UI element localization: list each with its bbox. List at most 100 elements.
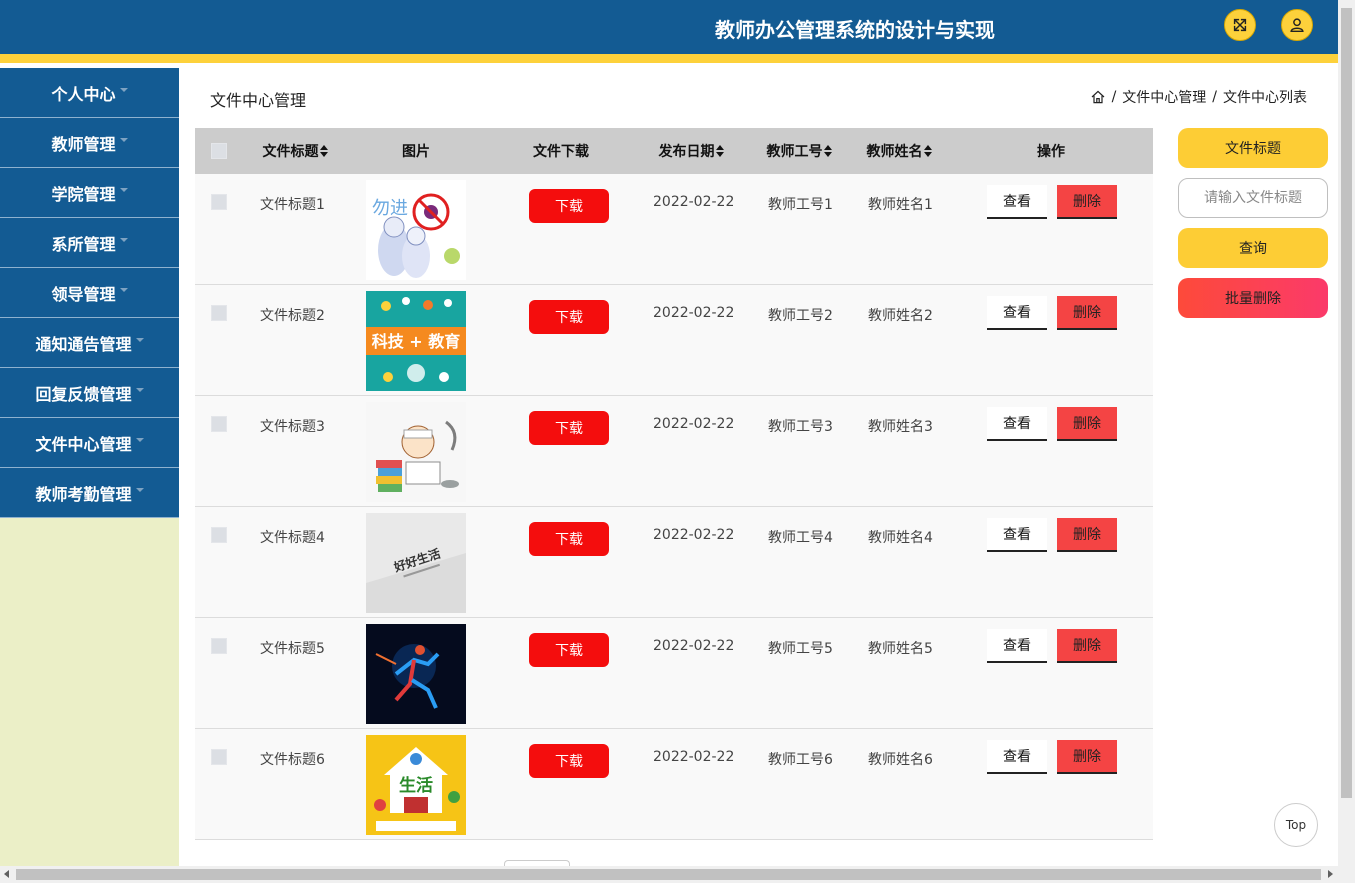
search-input[interactable] (1178, 178, 1328, 218)
sidebar-item-feedback[interactable]: 回复反馈管理 (0, 368, 179, 418)
column-header-title[interactable]: 文件标题 (255, 128, 335, 174)
teacher-name: 教师姓名6 (868, 752, 933, 768)
breadcrumb-item[interactable]: 文件中心管理 (1122, 87, 1206, 107)
download-button[interactable]: 下载 (529, 522, 609, 556)
view-button[interactable]: 查看 (987, 629, 1047, 663)
caret-down-icon (119, 187, 128, 192)
file-title: 文件标题2 (260, 308, 325, 324)
thumbnail-image[interactable]: 科技 + 教育 (366, 291, 466, 391)
sidebar-item-label: 学院管理 (51, 184, 116, 204)
delete-button[interactable]: 删除 (1057, 407, 1117, 441)
thumb-text: 科技 + 教育 (372, 332, 461, 351)
view-button[interactable]: 查看 (987, 296, 1047, 330)
sidebar-item-files[interactable]: 文件中心管理 (0, 418, 179, 468)
delete-button[interactable]: 删除 (1057, 740, 1117, 774)
sidebar-item-profile[interactable]: 个人中心 (0, 68, 179, 118)
column-header-label: 文件标题 (262, 144, 319, 160)
sidebar-item-label: 通知通告管理 (35, 334, 132, 354)
checkbox[interactable] (211, 638, 227, 654)
batch-delete-button[interactable]: 批量删除 (1178, 278, 1328, 318)
teacher-name: 教师姓名4 (868, 530, 933, 546)
row-checkbox[interactable] (211, 527, 227, 543)
file-title: 文件标题4 (260, 530, 325, 546)
download-button[interactable]: 下载 (529, 300, 609, 334)
file-title: 文件标题3 (260, 419, 325, 435)
publish-date: 2022-02-22 (653, 638, 735, 654)
publish-date: 2022-02-22 (653, 749, 735, 765)
scrollbar-thumb[interactable] (16, 869, 1321, 880)
sidebar-item-label: 系所管理 (51, 234, 116, 254)
thumbnail-image[interactable]: 好好生活 (366, 513, 466, 613)
thumbnail-image[interactable] (366, 402, 466, 502)
column-header-date[interactable]: 发布日期 (649, 128, 733, 174)
delete-button[interactable]: 删除 (1057, 185, 1117, 219)
publish-date: 2022-02-22 (653, 305, 735, 321)
column-header-teacher-name[interactable]: 教师姓名 (861, 128, 937, 174)
sort-icon[interactable] (319, 145, 328, 157)
view-button[interactable]: 查看 (987, 407, 1047, 441)
teacher-id: 教师工号1 (768, 197, 833, 213)
publish-date: 2022-02-22 (653, 416, 735, 432)
sidebar-item-attendance[interactable]: 教师考勤管理 (0, 468, 179, 518)
caret-down-icon (135, 437, 144, 442)
sidebar-item-notices[interactable]: 通知通告管理 (0, 318, 179, 368)
checkbox[interactable] (211, 305, 227, 321)
thumbnail-image[interactable]: 勿进 (366, 180, 466, 280)
download-button[interactable]: 下载 (529, 744, 609, 778)
view-button[interactable]: 查看 (987, 185, 1047, 219)
home-icon[interactable] (1090, 89, 1106, 105)
sort-icon[interactable] (715, 145, 724, 157)
user-icon (1290, 18, 1304, 33)
scroll-right-icon[interactable] (1328, 870, 1333, 878)
teacher-name: 教师姓名3 (868, 419, 933, 435)
query-button[interactable]: 查询 (1178, 228, 1328, 268)
teacher-id: 教师工号5 (768, 641, 833, 657)
caret-down-icon (119, 287, 128, 292)
select-all-checkbox[interactable] (211, 128, 227, 174)
row-checkbox[interactable] (211, 638, 227, 654)
column-header-teacher-id[interactable]: 教师工号 (761, 128, 837, 174)
view-button[interactable]: 查看 (987, 518, 1047, 552)
checkbox[interactable] (211, 749, 227, 765)
scrollbar-thumb[interactable] (1341, 8, 1352, 798)
fullscreen-button[interactable] (1224, 9, 1256, 41)
thumbnail-image[interactable] (366, 624, 466, 724)
row-checkbox[interactable] (211, 416, 227, 432)
delete-button[interactable]: 删除 (1057, 518, 1117, 552)
sort-icon[interactable] (923, 145, 932, 157)
teacher-id: 教师工号3 (768, 419, 833, 435)
row-checkbox[interactable] (211, 749, 227, 765)
delete-button[interactable]: 删除 (1057, 629, 1117, 663)
sidebar-item-colleges[interactable]: 学院管理 (0, 168, 179, 218)
teacher-name: 教师姓名5 (868, 641, 933, 657)
row-checkbox[interactable] (211, 194, 227, 210)
vertical-scrollbar[interactable] (1338, 0, 1355, 866)
caret-down-icon (135, 387, 144, 392)
sort-icon[interactable] (823, 145, 832, 157)
sidebar-item-leaders[interactable]: 领导管理 (0, 268, 179, 318)
checkbox[interactable] (211, 527, 227, 543)
thumbnail-image[interactable]: 生活 (366, 735, 466, 835)
checkbox[interactable] (211, 416, 227, 432)
user-button[interactable] (1281, 9, 1313, 41)
sidebar-item-departments[interactable]: 系所管理 (0, 218, 179, 268)
view-button[interactable]: 查看 (987, 740, 1047, 774)
horizontal-scrollbar[interactable] (0, 866, 1355, 883)
sidebar-item-label: 回复反馈管理 (35, 384, 132, 404)
download-button[interactable]: 下载 (529, 633, 609, 667)
checkbox[interactable] (211, 143, 227, 159)
breadcrumb-sep: / (1111, 89, 1117, 105)
sidebar-item-teachers[interactable]: 教师管理 (0, 118, 179, 168)
column-header-label: 教师工号 (766, 144, 823, 160)
download-button[interactable]: 下载 (529, 189, 609, 223)
back-to-top-button[interactable]: Top (1274, 803, 1318, 847)
row-checkbox[interactable] (211, 305, 227, 321)
delete-button[interactable]: 删除 (1057, 296, 1117, 330)
scroll-left-icon[interactable] (4, 870, 9, 878)
column-header-label: 发布日期 (658, 144, 715, 160)
checkbox[interactable] (211, 194, 227, 210)
teacher-id: 教师工号6 (768, 752, 833, 768)
sidebar-item-label: 个人中心 (51, 84, 116, 104)
download-button[interactable]: 下载 (529, 411, 609, 445)
thumb-text: 勿进 (372, 198, 408, 219)
